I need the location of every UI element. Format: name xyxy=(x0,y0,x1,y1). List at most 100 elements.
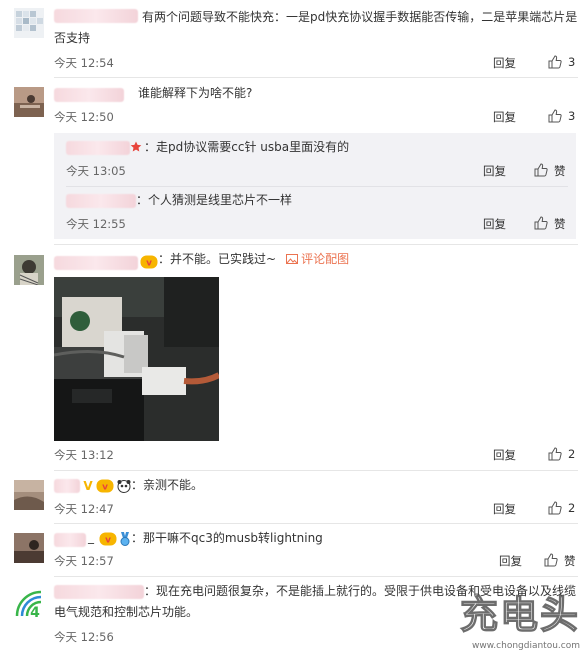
colon-separator: ： xyxy=(144,584,157,598)
like-button[interactable]: 2 xyxy=(548,500,578,518)
comment-5: _ v ：那干嘛不qc3的musb转lightning 今天 12:57 回复 … xyxy=(0,524,588,577)
reply-meta: 今天 13:05 回复 赞 xyxy=(66,163,568,179)
reply-button[interactable]: 回复 xyxy=(493,55,516,71)
comment-text: ：那干嘛不qc3的musb转lightning xyxy=(131,528,578,549)
colon-separator: ： xyxy=(136,193,149,207)
comment-body: 那干嘛不qc3的musb转lightning xyxy=(143,531,323,545)
thumbs-up-icon xyxy=(548,55,562,69)
reply-thread: ：走pd协议需要cc针 usba里面没有的 今天 13:05 回复 赞 ：个人猜… xyxy=(54,133,576,239)
thumbs-up-icon xyxy=(548,501,562,515)
avatar[interactable] xyxy=(14,255,44,285)
name-underscore: _ xyxy=(88,530,94,544)
colon-separator: ： xyxy=(158,252,171,266)
username-blurred[interactable] xyxy=(54,533,86,547)
reply-text: ：走pd协议需要cc针 usba里面没有的 xyxy=(144,137,349,158)
vip-badge-icon: v xyxy=(140,255,158,269)
like-label: 赞 xyxy=(554,217,566,231)
comment-2: 谁能解释下为啥不能? 今天 12:50 回复 3 ：走pd协议需要cc针 usb… xyxy=(0,78,588,246)
comment-body: 有两个问题导致不能快充：一是pd快充协议握手数据能否传输，二是苹果端芯片是否支持 xyxy=(54,10,578,45)
like-button[interactable]: 赞 xyxy=(534,215,568,233)
vip-badge-icon: v xyxy=(99,532,117,546)
username-blurred[interactable] xyxy=(66,194,136,208)
timestamp: 今天 12:56 xyxy=(54,630,114,644)
comment-body: 亲测不能。 xyxy=(143,478,204,492)
reply-button[interactable]: 回复 xyxy=(493,501,516,517)
avatar[interactable] xyxy=(14,8,44,38)
reply-button[interactable]: 回复 xyxy=(493,447,516,463)
timestamp: 今天 12:50 xyxy=(54,110,114,124)
timestamp: 今天 13:05 xyxy=(66,164,126,178)
divider xyxy=(54,244,578,245)
thumbs-up-icon xyxy=(548,447,562,461)
divider xyxy=(54,470,578,471)
picture-link-label: 评论配图 xyxy=(301,252,350,266)
like-button[interactable]: 赞 xyxy=(534,162,568,180)
comment-meta: 今天 12:50 回复 3 xyxy=(54,109,578,125)
comment-meta: 今天 12:47 回复 2 xyxy=(54,501,578,517)
thumbs-up-icon xyxy=(534,216,548,230)
comment-meta: 今天 13:12 回复 2 xyxy=(54,447,578,463)
timestamp: 今天 12:47 xyxy=(54,502,114,516)
thumbs-up-icon xyxy=(534,163,548,177)
reply-body: 走pd协议需要cc针 usba里面没有的 xyxy=(156,140,350,154)
reply-button[interactable]: 回复 xyxy=(483,216,506,232)
svg-text:V: V xyxy=(83,479,93,492)
comment-meta: 今天 12:57 回复 赞 xyxy=(54,553,578,569)
comment-4: V v ：亲测不能。 今天 12:47 回复 2 xyxy=(0,472,588,524)
reply-item: ：个人猜测是线里芯片不一样 今天 12:55 回复 赞 xyxy=(66,186,568,239)
thumbs-up-icon xyxy=(548,109,562,123)
watermark-url: www.chongdiantou.com xyxy=(472,641,580,651)
comment-body: 并不能。已实践过~ xyxy=(170,252,277,266)
comment-text: ：亲测不能。 xyxy=(131,475,578,496)
svg-text:v: v xyxy=(102,483,108,493)
site-watermark: 充电头 www.chongdiantou.com xyxy=(426,592,586,653)
timestamp: 今天 13:12 xyxy=(54,448,114,462)
reply-text: ：个人猜测是线里芯片不一样 xyxy=(136,190,292,211)
medal-icon xyxy=(120,532,130,546)
thumbs-up-icon xyxy=(544,553,558,567)
like-button[interactable]: 赞 xyxy=(544,552,578,570)
comment-text: ：并不能。已实践过~ 评论配图 xyxy=(158,249,578,270)
avatar[interactable]: 4 xyxy=(14,589,44,619)
panda-icon xyxy=(117,480,131,493)
timestamp: 今天 12:55 xyxy=(66,217,126,231)
username-blurred[interactable] xyxy=(54,256,138,270)
reply-button[interactable]: 回复 xyxy=(499,553,522,569)
vip-badge-icon: v xyxy=(96,479,114,493)
timestamp: 今天 12:57 xyxy=(54,554,114,568)
avatar[interactable] xyxy=(14,87,44,117)
like-count: 2 xyxy=(568,447,576,461)
username-blurred[interactable] xyxy=(54,479,80,493)
like-button[interactable]: 3 xyxy=(548,54,578,72)
timestamp: 今天 12:54 xyxy=(54,56,114,70)
comment-body: 谁能解释下为啥不能? xyxy=(138,86,253,100)
v-badge-icon: V xyxy=(83,479,93,492)
svg-text:v: v xyxy=(146,259,152,269)
like-button[interactable]: 3 xyxy=(548,108,578,126)
svg-text:v: v xyxy=(105,536,111,546)
like-label: 赞 xyxy=(554,164,566,178)
avatar[interactable] xyxy=(14,533,44,563)
watermark-brand: 充电头 xyxy=(459,592,580,637)
comment-text: 谁能解释下为啥不能? xyxy=(54,83,578,104)
like-count: 2 xyxy=(568,501,576,515)
comment-3: v ：并不能。已实践过~ 评论配图 今天 13:12 回复 2 xyxy=(0,246,588,472)
like-label: 赞 xyxy=(564,554,576,568)
colon-separator: ： xyxy=(131,531,144,545)
comment-1: 有两个问题导致不能快充：一是pd快充协议握手数据能否传输，二是苹果端芯片是否支持… xyxy=(0,0,588,78)
reply-body: 个人猜测是线里芯片不一样 xyxy=(148,193,293,207)
comment-picture-link[interactable]: 评论配图 xyxy=(286,252,349,266)
comment-photo[interactable] xyxy=(54,277,219,441)
colon-separator: ： xyxy=(144,140,157,154)
reply-button[interactable]: 回复 xyxy=(483,163,506,179)
comment-meta: 今天 12:54 回复 3 xyxy=(54,55,578,71)
avatar[interactable] xyxy=(14,480,44,510)
username-blurred[interactable] xyxy=(66,141,130,155)
reply-item: ：走pd协议需要cc针 usba里面没有的 今天 13:05 回复 赞 xyxy=(66,133,568,186)
like-count: 3 xyxy=(568,109,576,123)
like-count: 3 xyxy=(568,55,576,69)
like-button[interactable]: 2 xyxy=(548,446,578,464)
reply-button[interactable]: 回复 xyxy=(493,109,516,125)
picture-icon xyxy=(286,254,299,264)
reply-meta: 今天 12:55 回复 赞 xyxy=(66,216,568,232)
